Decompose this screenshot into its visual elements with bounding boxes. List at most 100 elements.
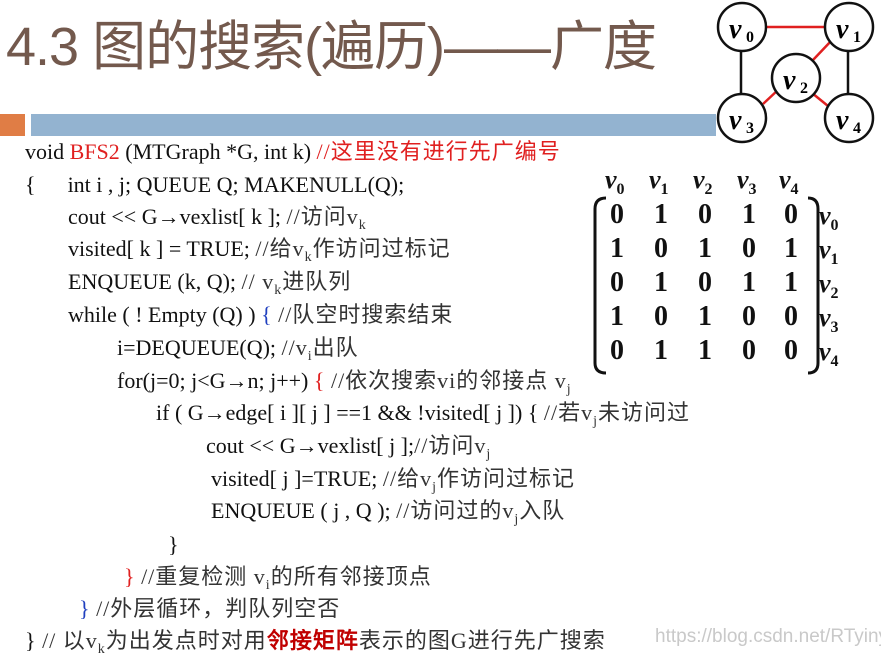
comment-text: // v [241, 269, 275, 294]
comment-text: //访问v [286, 204, 359, 229]
comment: // 以vk为出发点时对用邻接矩阵表示的图G进行先广搜索 [35, 628, 606, 657]
comment-text: 作访问过标记 [437, 466, 576, 491]
code-text: cout << G→vexlist[ j ]; [206, 433, 415, 458]
watermark: https://blog.csdn.net/RTyinying [655, 626, 881, 647]
header-var: v [649, 165, 661, 194]
comment: //若vj未访问过 [543, 400, 691, 429]
subscript: 4 [830, 353, 839, 370]
comment-text: 出队 [312, 335, 359, 360]
comment-text: //依次搜索vi的邻接点 v [324, 368, 567, 393]
comment-text: 未访问过 [598, 400, 691, 425]
code-text: (MTGraph *G, int k) [119, 139, 317, 164]
code-line-9: if ( G→edge[ i ][ j ] ==1 && !visited[ j… [156, 400, 691, 429]
code-line-5: ENQUEUE (k, Q); // vk进队列 [68, 269, 352, 298]
comment-text: 的所有邻接顶点 [270, 564, 432, 589]
matrix-cell: 0 [698, 199, 712, 230]
code-line-6: while ( ! Empty (Q) ) { //队空时搜索结束 [68, 302, 453, 328]
code-line-12: ENQUEUE ( j , Q ); //访问过的vj入队 [211, 498, 565, 527]
matrix-cell: 1 [742, 199, 756, 230]
matrix-cell: 1 [784, 233, 798, 264]
header-var: v [819, 269, 831, 298]
subscript: k [304, 250, 313, 265]
matrix-row-header: v1 [819, 235, 839, 268]
comment-text: //重复检测 v [134, 564, 266, 589]
open-brace: { [313, 368, 325, 393]
matrix-cell: 1 [654, 199, 668, 230]
comment: // vk进队列 [241, 269, 352, 298]
matrix-cell: 0 [610, 335, 624, 366]
matrix-cell: 1 [654, 335, 668, 366]
comment-text: 作访问过标记 [312, 236, 451, 261]
comment: //给vj作访问过标记 [382, 466, 576, 495]
subscript: 0 [830, 217, 839, 234]
comment-text: //给v [255, 236, 305, 261]
matrix-cell: 0 [742, 301, 756, 332]
matrix-cell: 1 [654, 267, 668, 298]
matrix-col-header: v2 [693, 165, 713, 198]
matrix-cell: 0 [742, 335, 756, 366]
function-name: BFS2 [69, 139, 120, 164]
subscript: 1 [830, 251, 839, 268]
code-line-13: } [168, 532, 179, 558]
matrix-cell: 0 [698, 267, 712, 298]
matrix-col-header: v4 [779, 165, 799, 198]
comment: //访问vk [286, 204, 367, 233]
matrix-cell: 0 [784, 301, 798, 332]
comment: //重复检测 vi的所有邻接顶点 [134, 564, 432, 593]
close-brace: } [124, 564, 135, 589]
code-line-4: visited[ k ] = TRUE; //给vk作访问过标记 [68, 236, 451, 265]
comment-text: //访问过的v [396, 498, 515, 523]
code-line-8: for(j=0; j<G→n; j++) { //依次搜索vi的邻接点 vj [117, 368, 572, 397]
header-var: v [819, 303, 831, 332]
code-text: visited[ j ]=TRUE; [211, 466, 383, 491]
comment-text: 表示的图G进行先广搜索 [358, 628, 606, 653]
matrix-cell: 1 [784, 267, 798, 298]
matrix-cell: 1 [698, 301, 712, 332]
matrix-row-header: v0 [819, 201, 839, 234]
subscript: 4 [790, 181, 799, 198]
matrix-cell: 0 [784, 335, 798, 366]
comment: //这里没有进行先广编号 [316, 139, 561, 164]
code-text: for(j=0; j<G→n; j++) [117, 368, 314, 393]
matrix-cell: 1 [610, 233, 624, 264]
code-line-2: {int i , j; QUEUE Q; MAKENULL(Q); [25, 172, 404, 198]
comment-text: 为出发点时对用 [105, 628, 267, 653]
matrix-row-header: v4 [819, 337, 839, 370]
comment-text: //若v [543, 400, 594, 425]
code-text: ENQUEUE ( j , Q ); [211, 498, 397, 523]
code-line-11: visited[ j ]=TRUE; //给vj作访问过标记 [211, 466, 576, 495]
close-brace: } [79, 596, 90, 621]
code-text: void [25, 139, 70, 164]
comment: //访问过的vj入队 [396, 498, 565, 527]
comment: //队空时搜索结束 [271, 302, 454, 327]
header-var: v [779, 165, 791, 194]
subscript: 2 [830, 285, 839, 302]
matrix-cell: 1 [610, 301, 624, 332]
matrix-cell: 0 [654, 301, 668, 332]
comment-text: //v [281, 335, 308, 360]
header-var: v [819, 201, 831, 230]
comment-text: //给v [382, 466, 433, 491]
comment: //依次搜索vi的邻接点 vj [324, 368, 571, 397]
matrix-col-header: v0 [605, 165, 625, 198]
comment-text: //访问v [414, 433, 487, 458]
comment: //vi出队 [281, 335, 359, 364]
adjacency-matrix: v0 v1 v2 v3 v4 0 1 0 1 0 v0 1 0 1 0 1 v1 0 1 0 1 1 v2 1 0 1 0 0 v3 0 1… [590, 165, 850, 375]
subscript: 2 [704, 181, 713, 198]
code-text: ENQUEUE (k, Q); [68, 269, 242, 294]
matrix-cell: 0 [654, 233, 668, 264]
code-line-10: cout << G→vexlist[ j ];//访问vj [206, 433, 491, 462]
close-brace: } [168, 532, 179, 557]
code-line-1: void BFS2 (MTGraph *G, int k) //这里没有进行先广… [25, 139, 561, 165]
comment: //给vk作访问过标记 [255, 236, 451, 265]
code-line-14: } //重复检测 vi的所有邻接顶点 [124, 564, 432, 593]
close-brace: } [25, 628, 36, 653]
matrix-cell: 0 [610, 267, 624, 298]
code-line-15: } //外层循环，判队列空否 [79, 596, 340, 622]
matrix-row-header: v2 [819, 269, 839, 302]
comment-text: // 以v [35, 628, 98, 653]
header-var: v [693, 165, 705, 194]
code-text: i=DEQUEUE(Q); [117, 335, 282, 360]
comment-text: 进队列 [282, 269, 352, 294]
comment: //外层循环，判队列空否 [89, 596, 341, 621]
